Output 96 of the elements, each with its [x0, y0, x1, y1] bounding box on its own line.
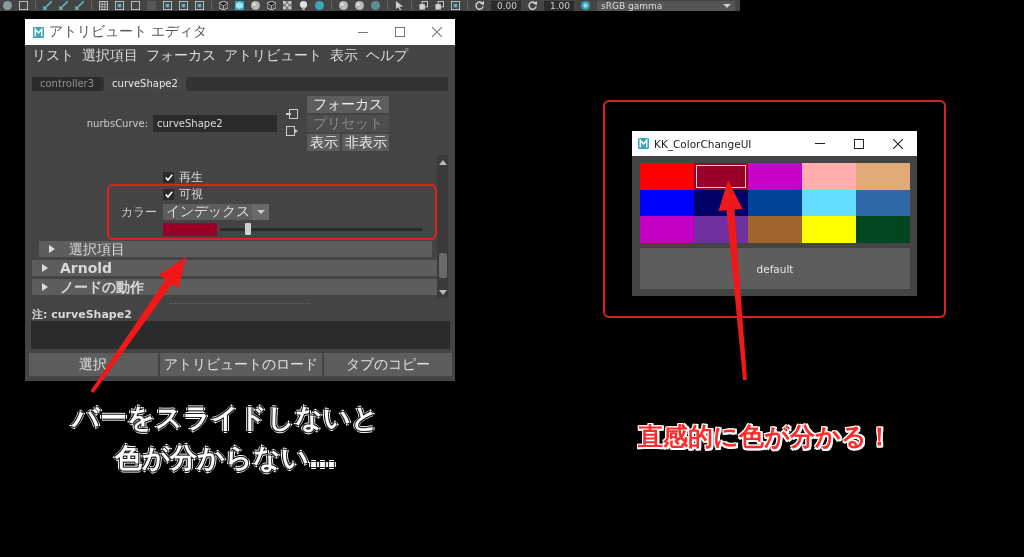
minimize-icon — [814, 143, 825, 144]
color-swatch[interactable] — [856, 216, 910, 243]
square-icon[interactable] — [131, 1, 140, 10]
collapsed-arrow-icon — [49, 245, 55, 253]
scrollbar[interactable] — [437, 155, 448, 298]
menu-item[interactable]: アトリビュート — [224, 46, 322, 64]
circle-icon[interactable] — [315, 1, 324, 10]
sphere-icon[interactable] — [339, 1, 348, 10]
collapsed-arrow-icon — [42, 283, 48, 291]
toggle-icon[interactable] — [581, 1, 590, 10]
footer-button[interactable]: タブのコピー — [323, 353, 452, 376]
output-connection-icon[interactable] — [286, 126, 298, 136]
menu-item[interactable]: 表示 — [330, 46, 358, 64]
tick-icon — [164, 173, 173, 181]
menu-item[interactable]: リスト — [32, 46, 74, 64]
menu-item[interactable]: ヘルプ — [366, 46, 408, 64]
color-swatch[interactable] — [802, 189, 856, 217]
checkbox[interactable] — [163, 189, 174, 200]
scroll-down-icon[interactable] — [438, 290, 447, 295]
number-field[interactable]: 1.00 — [544, 0, 574, 11]
maximize-icon — [853, 138, 864, 149]
input-connection-icon[interactable] — [286, 109, 298, 119]
caret-icon — [723, 3, 731, 8]
dropdown[interactable]: インデックス — [163, 204, 269, 220]
color-swatch[interactable] — [163, 222, 217, 236]
menu-item[interactable]: フォーカス — [146, 46, 216, 64]
color-swatch[interactable] — [640, 216, 694, 243]
cursor-icon[interactable] — [395, 1, 404, 10]
caption-text: バーをスライドしないと 色が分からない… — [72, 401, 379, 475]
color-swatch[interactable] — [748, 216, 802, 243]
window-title: アトリビュート エディタ — [49, 23, 208, 41]
node-name-field[interactable]: curveShape2 — [153, 115, 277, 132]
checkbox[interactable] — [163, 171, 174, 183]
tab[interactable]: controller3 — [32, 77, 103, 91]
color-swatch[interactable] — [640, 189, 694, 217]
checkbox-label: 再生 — [179, 168, 203, 186]
refresh-icon[interactable] — [475, 1, 484, 10]
side-button[interactable]: フォーカス — [307, 96, 389, 113]
caption-text: 直感的に色が分かる！ — [638, 421, 892, 453]
close-icon — [892, 138, 903, 149]
checker-icon[interactable] — [283, 1, 292, 10]
node-type-label: nurbsCurve: — [85, 118, 148, 129]
minimize-icon — [357, 31, 368, 33]
slider-thumb[interactable] — [245, 223, 252, 235]
color-swatch[interactable] — [640, 163, 694, 190]
pen-icon[interactable] — [59, 1, 68, 10]
sphere-icon[interactable] — [251, 1, 260, 10]
view-button[interactable]: 表示 — [307, 134, 340, 151]
color-space-dropdown[interactable]: sRGB gamma — [597, 0, 735, 11]
app-logo-icon — [33, 26, 44, 38]
circle-icon[interactable] — [3, 1, 12, 10]
section-header[interactable]: ノードの動作 — [32, 279, 437, 295]
notes-label: 注: curveShape2 — [31, 308, 133, 321]
cube-icon[interactable] — [219, 1, 228, 10]
refresh-icon[interactable] — [528, 1, 537, 10]
view-button[interactable]: 非表示 — [342, 134, 389, 151]
notes-field[interactable] — [31, 321, 450, 349]
cube-icon[interactable] — [267, 1, 276, 10]
scrollbar-thumb[interactable] — [438, 253, 447, 278]
color-swatch[interactable] — [748, 163, 802, 190]
pen-icon[interactable] — [75, 1, 84, 10]
window-title: KK_ColorChangeUI — [654, 137, 752, 150]
color-swatch[interactable] — [748, 189, 802, 217]
maximize-icon — [394, 27, 405, 37]
section-header[interactable]: 選択項目 — [39, 241, 432, 257]
square-icon[interactable] — [19, 1, 28, 10]
frame-icon[interactable] — [451, 1, 460, 10]
scroll-up-icon[interactable] — [438, 160, 447, 165]
checkbox-label: 可視 — [179, 186, 203, 203]
footer-button[interactable]: アトリビュートのロード — [159, 353, 322, 376]
tick-icon — [164, 191, 173, 198]
color-swatch[interactable] — [694, 163, 748, 190]
caret-icon — [256, 210, 265, 214]
close-icon — [431, 27, 442, 37]
default-button[interactable]: default — [640, 248, 910, 289]
color-swatch[interactable] — [856, 163, 910, 190]
bulb-icon[interactable] — [299, 1, 308, 10]
color-swatch[interactable] — [856, 189, 910, 217]
section-header[interactable]: Arnold — [32, 260, 437, 276]
footer-button[interactable]: 選択 — [29, 353, 158, 376]
attribute-label: カラー — [120, 203, 158, 221]
pen-icon[interactable] — [43, 1, 52, 10]
collapsed-arrow-icon — [42, 264, 48, 272]
color-swatch[interactable] — [802, 163, 856, 190]
app-logo-icon — [638, 138, 649, 149]
circle-icon[interactable] — [371, 1, 380, 10]
number-field[interactable]: 0.00 — [491, 0, 521, 11]
sphere-icon[interactable] — [355, 1, 364, 10]
frame-icon[interactable] — [115, 1, 124, 10]
tab[interactable]: curveShape2 — [104, 77, 186, 91]
frame-icon[interactable] — [163, 1, 172, 10]
frame-icon[interactable] — [195, 1, 204, 10]
frame-icon[interactable] — [179, 1, 188, 10]
grid-icon[interactable] — [99, 1, 108, 10]
color-swatch[interactable] — [802, 216, 856, 243]
menu-item[interactable]: 選択項目 — [82, 46, 138, 64]
